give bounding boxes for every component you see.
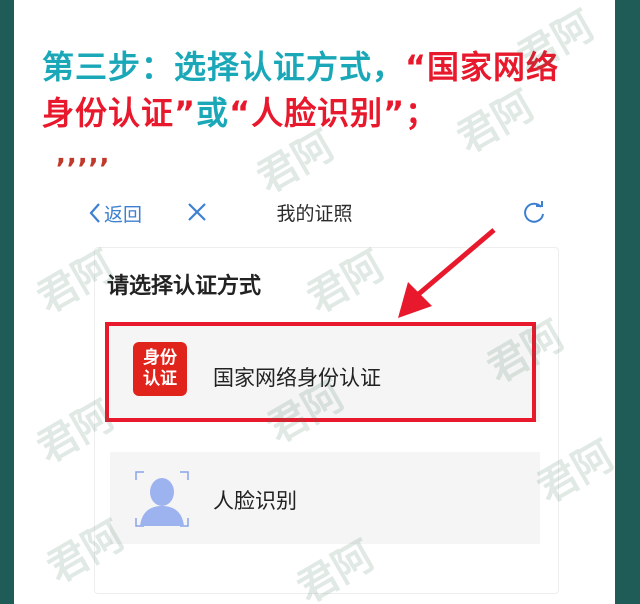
heading-quote-1-start: “国家网络 [405, 48, 560, 86]
id-icon-text-bottom: 认证 [143, 369, 177, 389]
heading-or: 或 [196, 94, 230, 132]
heading-quote-1-end: 身份认证” [42, 94, 197, 132]
option-label: 国家网络身份认证 [213, 366, 381, 390]
instruction-heading: 第三步：选择认证方式，“国家网络 身份认证”或“人脸识别”； [42, 44, 559, 136]
option-national-id-auth[interactable]: 身份 认证 国家网络身份认证 [105, 322, 540, 422]
option-face-recognition[interactable]: 人脸识别 [110, 452, 540, 544]
heading-quote-2: “人脸识别”； [229, 94, 439, 132]
decorative-dashes: ,,,,, [56, 140, 111, 170]
heading-line-1: 第三步：选择认证方式，“国家网络 [42, 44, 559, 90]
top-navbar: 返回 我的证照 [14, 193, 615, 233]
id-auth-icon: 身份 认证 [133, 342, 187, 396]
face-recognition-icon [135, 471, 189, 527]
section-title: 请选择认证方式 [107, 274, 262, 299]
screenshot-card: 第三步：选择认证方式，“国家网络 身份认证”或“人脸识别”； ,,,,, 返回 … [14, 0, 615, 604]
red-arrow-icon [398, 228, 496, 318]
option-label: 人脸识别 [213, 489, 297, 513]
heading-step-text: 第三步：选择认证方式， [42, 48, 406, 86]
id-icon-text-top: 身份 [143, 348, 177, 368]
heading-line-2: 身份认证”或“人脸识别”； [42, 90, 559, 136]
refresh-icon[interactable] [522, 201, 546, 225]
